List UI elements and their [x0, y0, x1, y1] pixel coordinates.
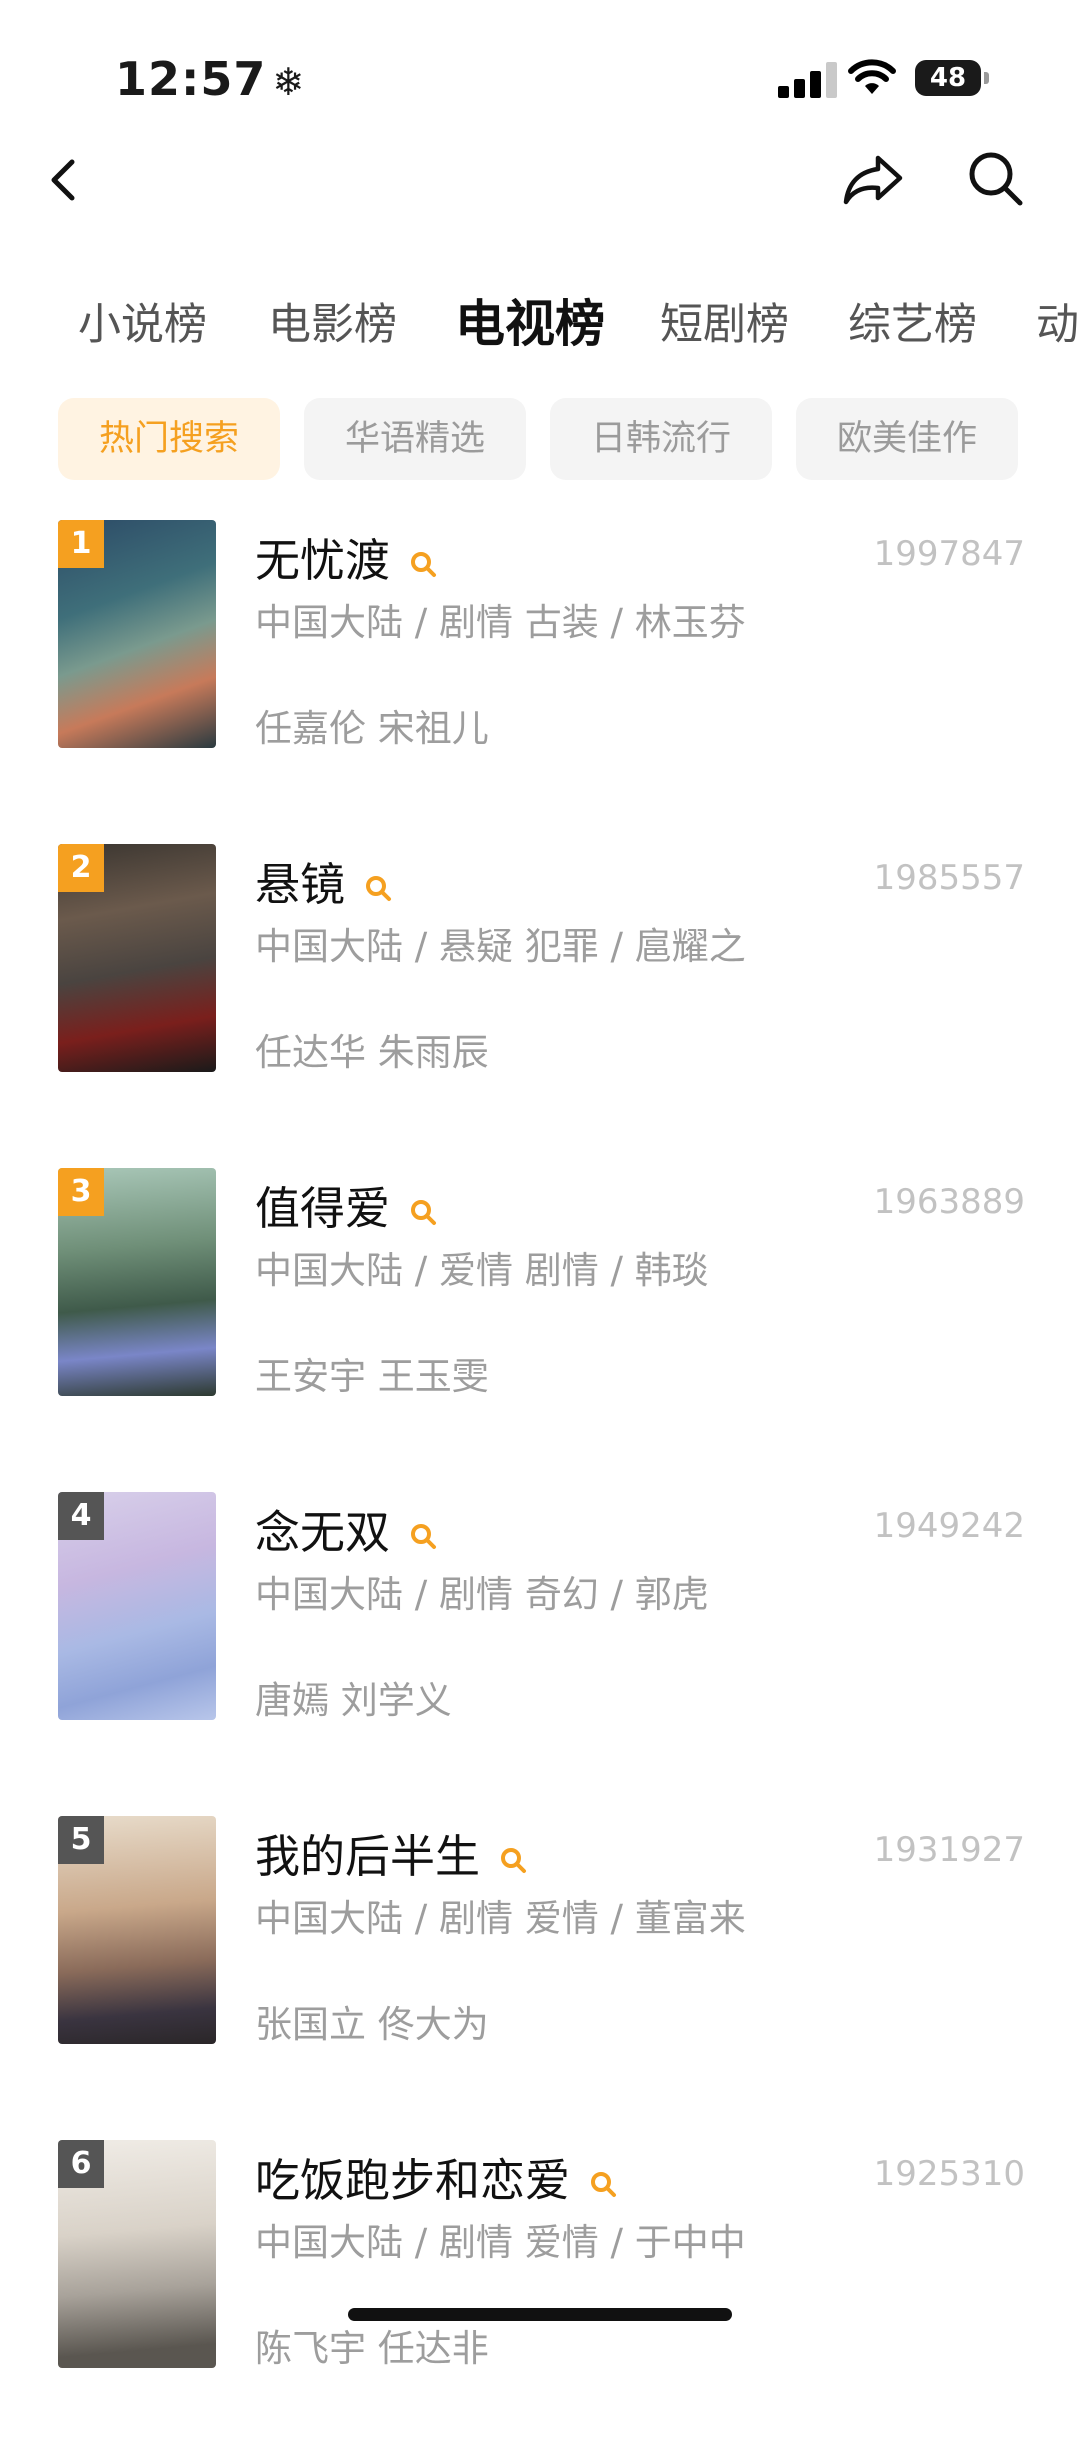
item-count: 1985557 — [873, 858, 1025, 898]
item-title[interactable]: 吃饭跑步和恋爱 — [255, 2144, 618, 2209]
item-title[interactable]: 值得爱 — [255, 1172, 438, 1237]
search-icon[interactable] — [965, 148, 1027, 210]
item-meta: 中国大陆 / 悬疑 犯罪 / 扈耀之 — [255, 925, 746, 968]
item-meta: 中国大陆 / 剧情 奇幻 / 郭虎 — [255, 1573, 709, 1616]
rank-badge: 1 — [58, 520, 104, 568]
home-indicator[interactable] — [348, 2308, 732, 2321]
search-icon[interactable] — [408, 549, 438, 579]
nav-bar — [0, 140, 1080, 260]
status-time: 12:57 ❄ — [115, 52, 306, 106]
chip-hot-search[interactable]: 热门搜索 — [58, 398, 280, 480]
item-title[interactable]: 无忧渡 — [255, 524, 438, 589]
tab-novel[interactable]: 小说榜 — [78, 290, 207, 352]
share-icon[interactable] — [840, 148, 906, 210]
rank-badge: 4 — [58, 1492, 104, 1540]
item-count: 1963889 — [873, 1182, 1025, 1222]
item-cast: 陈飞宇 任达非 — [255, 2327, 489, 2370]
battery-icon: 48 — [915, 60, 989, 96]
tab-movie[interactable]: 电影榜 — [268, 290, 397, 352]
list-item[interactable]: 4 念无双 中国大陆 / 剧情 奇幻 / 郭虎 唐嫣 刘学义 1949242 — [0, 1492, 1080, 1816]
search-icon[interactable] — [363, 873, 393, 903]
item-cast: 王安宇 王玉雯 — [255, 1355, 489, 1398]
item-count: 1949242 — [873, 1506, 1025, 1546]
list-item[interactable]: 3 值得爱 中国大陆 / 爱情 剧情 / 韩琰 王安宇 王玉雯 1963889 — [0, 1168, 1080, 1492]
item-count: 1925310 — [873, 2154, 1025, 2194]
item-meta: 中国大陆 / 剧情 爱情 / 董富来 — [255, 1897, 746, 1940]
item-meta: 中国大陆 / 剧情 爱情 / 于中中 — [255, 2221, 746, 2264]
item-cast: 任嘉伦 宋祖儿 — [255, 707, 489, 750]
list-item[interactable]: 2 悬镜 中国大陆 / 悬疑 犯罪 / 扈耀之 任达华 朱雨辰 1985557 — [0, 844, 1080, 1168]
category-tabs: 小说榜 电影榜 电视榜 短剧榜 综艺榜 动 — [0, 290, 1080, 370]
status-bar: 12:57 ❄ 48 — [0, 0, 1080, 140]
poster-image: 1 — [58, 520, 216, 748]
chip-western[interactable]: 欧美佳作 — [796, 398, 1018, 480]
item-cast: 唐嫣 刘学义 — [255, 1679, 452, 1722]
chip-japan-korea[interactable]: 日韩流行 — [550, 398, 772, 480]
poster-image: 6 — [58, 2140, 216, 2368]
poster-image: 3 — [58, 1168, 216, 1396]
chip-chinese[interactable]: 华语精选 — [304, 398, 526, 480]
tab-short-drama[interactable]: 短剧榜 — [660, 290, 789, 352]
item-meta: 中国大陆 / 爱情 剧情 / 韩琰 — [255, 1249, 709, 1292]
search-icon[interactable] — [408, 1521, 438, 1551]
rank-badge: 5 — [58, 1816, 104, 1864]
cellular-signal-icon — [778, 62, 840, 98]
search-icon[interactable] — [498, 1845, 528, 1875]
item-title[interactable]: 悬镜 — [255, 848, 393, 913]
search-icon[interactable] — [408, 1197, 438, 1227]
item-cast: 张国立 佟大为 — [255, 2003, 489, 2046]
list-item[interactable]: 1 无忧渡 中国大陆 / 剧情 古装 / 林玉芬 任嘉伦 宋祖儿 1997847 — [0, 520, 1080, 844]
poster-image: 4 — [58, 1492, 216, 1720]
rank-badge: 3 — [58, 1168, 104, 1216]
tab-anime[interactable]: 动 — [1036, 290, 1079, 352]
list-item[interactable]: 6 吃饭跑步和恋爱 中国大陆 / 剧情 爱情 / 于中中 陈飞宇 任达非 192… — [0, 2140, 1080, 2464]
search-icon[interactable] — [588, 2169, 618, 2199]
item-count: 1931927 — [873, 1830, 1025, 1870]
rank-badge: 2 — [58, 844, 104, 892]
item-cast: 任达华 朱雨辰 — [255, 1031, 489, 1074]
wifi-icon — [848, 59, 896, 94]
item-title[interactable]: 我的后半生 — [255, 1820, 528, 1885]
snowflake-icon: ❄ — [272, 60, 306, 104]
item-title[interactable]: 念无双 — [255, 1496, 438, 1561]
tab-tv[interactable]: 电视榜 — [455, 290, 605, 356]
list-item[interactable]: 5 我的后半生 中国大陆 / 剧情 爱情 / 董富来 张国立 佟大为 19319… — [0, 1816, 1080, 2140]
item-count: 1997847 — [873, 534, 1025, 574]
rank-badge: 6 — [58, 2140, 104, 2188]
poster-image: 2 — [58, 844, 216, 1072]
tab-variety[interactable]: 综艺榜 — [848, 290, 977, 352]
poster-image: 5 — [58, 1816, 216, 2044]
item-meta: 中国大陆 / 剧情 古装 / 林玉芬 — [255, 601, 746, 644]
back-arrow-icon[interactable] — [44, 150, 84, 210]
